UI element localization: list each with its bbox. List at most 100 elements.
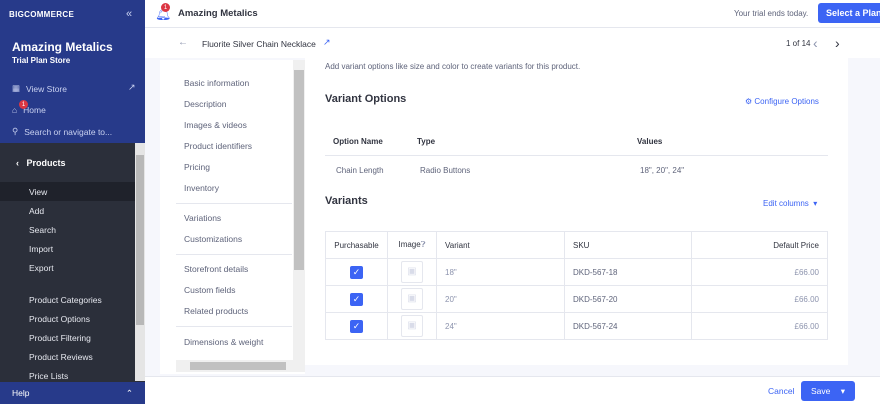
sidebar-item-search[interactable]: Search [0, 220, 135, 239]
bigcommerce-logo: BIGCOMMERCE [9, 10, 75, 19]
save-button[interactable]: Save ▾ [801, 381, 855, 401]
chevron-up-icon: ⌃ [125, 388, 133, 398]
nav-identifiers[interactable]: Product identifiers [184, 141, 252, 151]
nav-horizontal-scrollbar[interactable] [176, 360, 305, 372]
search-icon: ⚲ [12, 126, 19, 136]
nav-related[interactable]: Related products [184, 306, 248, 316]
table-row: ✓ ▣ 20" DKD-567-20 £66.00 [325, 285, 828, 313]
table-header: Purchasable Image❓︎ Variant SKU Default … [325, 231, 828, 259]
products-back[interactable]: ‹ Products [0, 150, 135, 176]
camera-icon[interactable]: ▣ [401, 288, 423, 310]
view-store-link[interactable]: ▦ View Store [12, 83, 67, 94]
col-price: Default Price [691, 231, 828, 259]
select-plan-button[interactable]: Select a Plan [818, 3, 880, 23]
nav-images[interactable]: Images & videos [184, 120, 247, 130]
sidebar-item-import[interactable]: Import [0, 239, 135, 258]
top-bar: 🔔︎ 1 Amazing Metalics Your trial ends to… [145, 0, 880, 28]
store-name: Amazing Metalics [12, 40, 113, 54]
divider [325, 155, 828, 156]
home-link[interactable]: ⌂ Home [12, 105, 46, 115]
variant-options-title: Variant Options [325, 93, 407, 105]
nav-variations[interactable]: Variations [184, 213, 221, 223]
home-badge: 1 [19, 100, 28, 109]
pager-text: 1 of 14 [786, 39, 811, 48]
external-link-icon[interactable]: ↗ [323, 37, 331, 48]
back-arrow-icon[interactable]: ← [178, 37, 188, 48]
variant-cell: 18" [436, 258, 565, 286]
nav-inventory[interactable]: Inventory [184, 183, 219, 193]
nav-custom-fields[interactable]: Custom fields [184, 285, 236, 295]
scroll-thumb[interactable] [190, 362, 286, 370]
variant-cell: 24" [436, 312, 565, 340]
purchasable-checkbox[interactable]: ✓ [350, 265, 363, 279]
notification-badge: 1 [161, 3, 170, 12]
option-type: Radio Buttons [420, 166, 471, 175]
sidebar-scroll-thumb[interactable] [136, 155, 144, 325]
purchasable-checkbox[interactable]: ✓ [350, 292, 363, 306]
nav-dimensions[interactable]: Dimensions & weight [184, 337, 263, 347]
external-link-icon[interactable]: ↗ [128, 82, 136, 93]
cancel-button[interactable]: Cancel [768, 386, 794, 396]
storefront-icon: ▦ [12, 83, 21, 93]
trial-text: Your trial ends today. [734, 9, 809, 18]
home-icon: ⌂ [12, 105, 18, 115]
footer-bar: Cancel Save ▾ [145, 376, 880, 404]
variations-card: Add variant options like size and color … [305, 58, 848, 365]
col-sku: SKU [564, 231, 692, 259]
purchasable-checkbox[interactable]: ✓ [350, 319, 363, 333]
col-image: Image❓︎ [387, 231, 437, 259]
sku-cell: DKD-567-20 [564, 285, 692, 313]
help-button[interactable]: Help ⌃ [0, 382, 145, 404]
sku-cell: DKD-567-18 [564, 258, 692, 286]
nav-description[interactable]: Description [184, 99, 227, 109]
variant-cell: 20" [436, 285, 565, 313]
camera-icon[interactable]: ▣ [401, 315, 423, 337]
col-type: Type [417, 137, 436, 146]
sidebar: BIGCOMMERCE « Amazing Metalics Trial Pla… [0, 0, 145, 404]
help-icon[interactable]: ❓︎ [421, 240, 426, 249]
sku-cell: DKD-567-24 [564, 312, 692, 340]
table-row: ✓ ▣ 18" DKD-567-18 £66.00 [325, 258, 828, 286]
previous-icon[interactable]: ‹ [813, 35, 818, 51]
store-plan: Trial Plan Store [12, 56, 71, 65]
collapse-sidebar-icon[interactable]: « [126, 8, 132, 20]
camera-icon[interactable]: ▣ [401, 261, 423, 283]
price-cell[interactable]: £66.00 [691, 258, 828, 286]
configure-options-link[interactable]: ⚙ Configure Options [745, 97, 819, 106]
sidebar-item-filtering[interactable]: Product Filtering [0, 328, 135, 347]
nav-customizations[interactable]: Customizations [184, 234, 242, 244]
option-name: Chain Length [336, 166, 384, 175]
col-purchasable: Purchasable [325, 231, 388, 259]
nav-storefront[interactable]: Storefront details [184, 264, 248, 274]
nav-pricing[interactable]: Pricing [184, 162, 210, 172]
sidebar-item-options[interactable]: Product Options [0, 309, 135, 328]
price-cell[interactable]: £66.00 [691, 312, 828, 340]
sidebar-item-reviews[interactable]: Product Reviews [0, 347, 135, 366]
divider [176, 203, 292, 204]
sidebar-item-categories[interactable]: Product Categories [0, 290, 135, 309]
gear-icon: ⚙ [745, 97, 753, 106]
sidebar-item-add[interactable]: Add [0, 201, 135, 220]
table-row: ✓ ▣ 24" DKD-567-24 £66.00 [325, 312, 828, 340]
col-option-name: Option Name [333, 137, 383, 146]
caret-down-icon[interactable]: ▾ [841, 386, 845, 396]
col-variant: Variant [436, 231, 565, 259]
price-cell[interactable]: £66.00 [691, 285, 828, 313]
divider [176, 326, 292, 327]
product-header: ← Fluorite Silver Chain Necklace ↗ 1 of … [145, 28, 880, 58]
divider [176, 254, 292, 255]
next-icon[interactable]: › [835, 35, 840, 51]
top-store-name: Amazing Metalics [178, 8, 258, 19]
sidebar-item-export[interactable]: Export [0, 258, 135, 277]
col-values: Values [637, 137, 663, 146]
nav-vertical-scrollbar[interactable] [293, 60, 305, 360]
nav-basic-info[interactable]: Basic information [184, 78, 249, 88]
scroll-thumb[interactable] [294, 70, 304, 270]
intro-text: Add variant options like size and color … [325, 62, 581, 71]
product-title: Fluorite Silver Chain Necklace [202, 39, 316, 49]
option-values: 18", 20", 24" [640, 166, 685, 175]
search-navigate[interactable]: ⚲ Search or navigate to... [12, 126, 112, 137]
variants-table: Purchasable Image❓︎ Variant SKU Default … [325, 231, 828, 340]
edit-columns-button[interactable]: Edit columns ▾ [763, 199, 817, 208]
sidebar-item-view[interactable]: View [0, 182, 135, 201]
